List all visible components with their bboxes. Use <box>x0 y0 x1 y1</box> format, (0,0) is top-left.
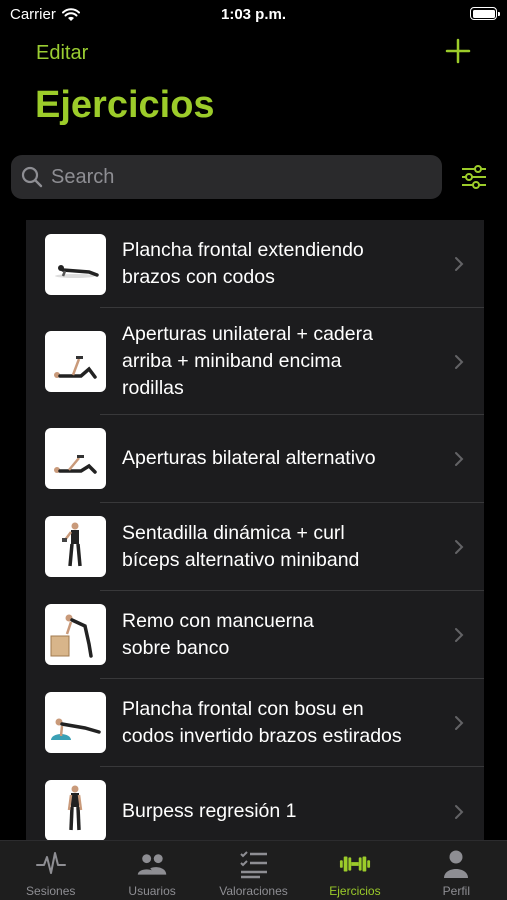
exercise-row[interactable]: Remo con mancuerna sobre banco <box>26 591 484 679</box>
page-title: Ejercicios <box>35 84 215 126</box>
standing-figure-icon <box>45 516 106 577</box>
tab-sesiones[interactable]: Sesiones <box>0 841 101 900</box>
chevron-right-icon <box>455 257 464 271</box>
tab-perfil[interactable]: Perfil <box>406 841 507 900</box>
chevron-right-icon <box>455 628 464 642</box>
chevron-right-icon <box>455 540 464 554</box>
search-input[interactable]: Search <box>11 155 442 199</box>
exercise-label: Burpess regresión 1 <box>122 800 297 822</box>
exercise-label: Aperturas bilateral alternativo <box>122 447 376 469</box>
row-figure-icon <box>45 604 106 665</box>
person-icon <box>444 850 469 878</box>
exercise-row[interactable]: Sentadilla dinámica + curl bíceps altern… <box>26 503 484 591</box>
edit-button[interactable]: Editar <box>36 42 88 65</box>
tab-label: Valoraciones <box>219 884 288 898</box>
lying-figure-icon <box>45 428 106 489</box>
checklist-icon <box>239 851 267 879</box>
exercise-row[interactable]: Plancha frontal con bosu en codos invert… <box>26 679 484 767</box>
chevron-right-icon <box>455 805 464 819</box>
chevron-right-icon <box>455 355 464 369</box>
exercise-label: Remo con mancuerna sobre banco <box>122 610 314 659</box>
search-placeholder: Search <box>51 165 115 188</box>
dumbbell-icon <box>339 856 370 872</box>
exercise-label: Aperturas unilateral + cadera arriba + m… <box>122 323 373 399</box>
exercise-list: Plancha frontal extendiendo brazos con c… <box>26 220 484 840</box>
tab-valoraciones[interactable]: Valoraciones <box>203 841 304 900</box>
tab-label: Ejercicios <box>329 884 381 898</box>
exercise-row[interactable]: Burpess regresión 1 <box>26 767 484 840</box>
status-time: 1:03 p.m. <box>220 6 287 23</box>
tab-label: Perfil <box>442 884 470 898</box>
plank-figure-icon <box>45 234 106 295</box>
exercise-label: Plancha frontal extendiendo brazos con c… <box>122 239 364 288</box>
chevron-right-icon <box>455 716 464 730</box>
exercise-row[interactable]: Aperturas unilateral + cadera arriba + m… <box>26 308 484 415</box>
status-bar: Carrier 1:03 p.m. <box>0 0 507 28</box>
chevron-right-icon <box>455 452 464 466</box>
tab-label: Usuarios <box>128 884 176 898</box>
exercise-label: Plancha frontal con bosu en codos invert… <box>122 698 402 747</box>
search-icon <box>21 166 43 188</box>
battery-icon <box>470 7 500 20</box>
tab-usuarios[interactable]: Usuarios <box>101 841 202 900</box>
tab-label: Sesiones <box>26 884 76 898</box>
bosu-plank-figure-icon <box>45 692 106 753</box>
standing-figure-icon <box>45 780 106 840</box>
users-icon <box>137 854 167 875</box>
filter-icon[interactable] <box>460 164 488 190</box>
exercise-label: Sentadilla dinámica + curl bíceps altern… <box>122 522 360 571</box>
exercise-row[interactable]: Plancha frontal extendiendo brazos con c… <box>26 220 484 308</box>
lying-figure-icon <box>45 331 106 392</box>
tab-ejercicios[interactable]: Ejercicios <box>304 841 405 900</box>
tab-bar: Sesiones Usuarios Valoraciones Ejercicio… <box>0 840 507 900</box>
add-icon[interactable] <box>445 38 471 64</box>
exercise-row[interactable]: Aperturas bilateral alternativo <box>26 415 484 503</box>
pulse-icon <box>35 852 66 874</box>
